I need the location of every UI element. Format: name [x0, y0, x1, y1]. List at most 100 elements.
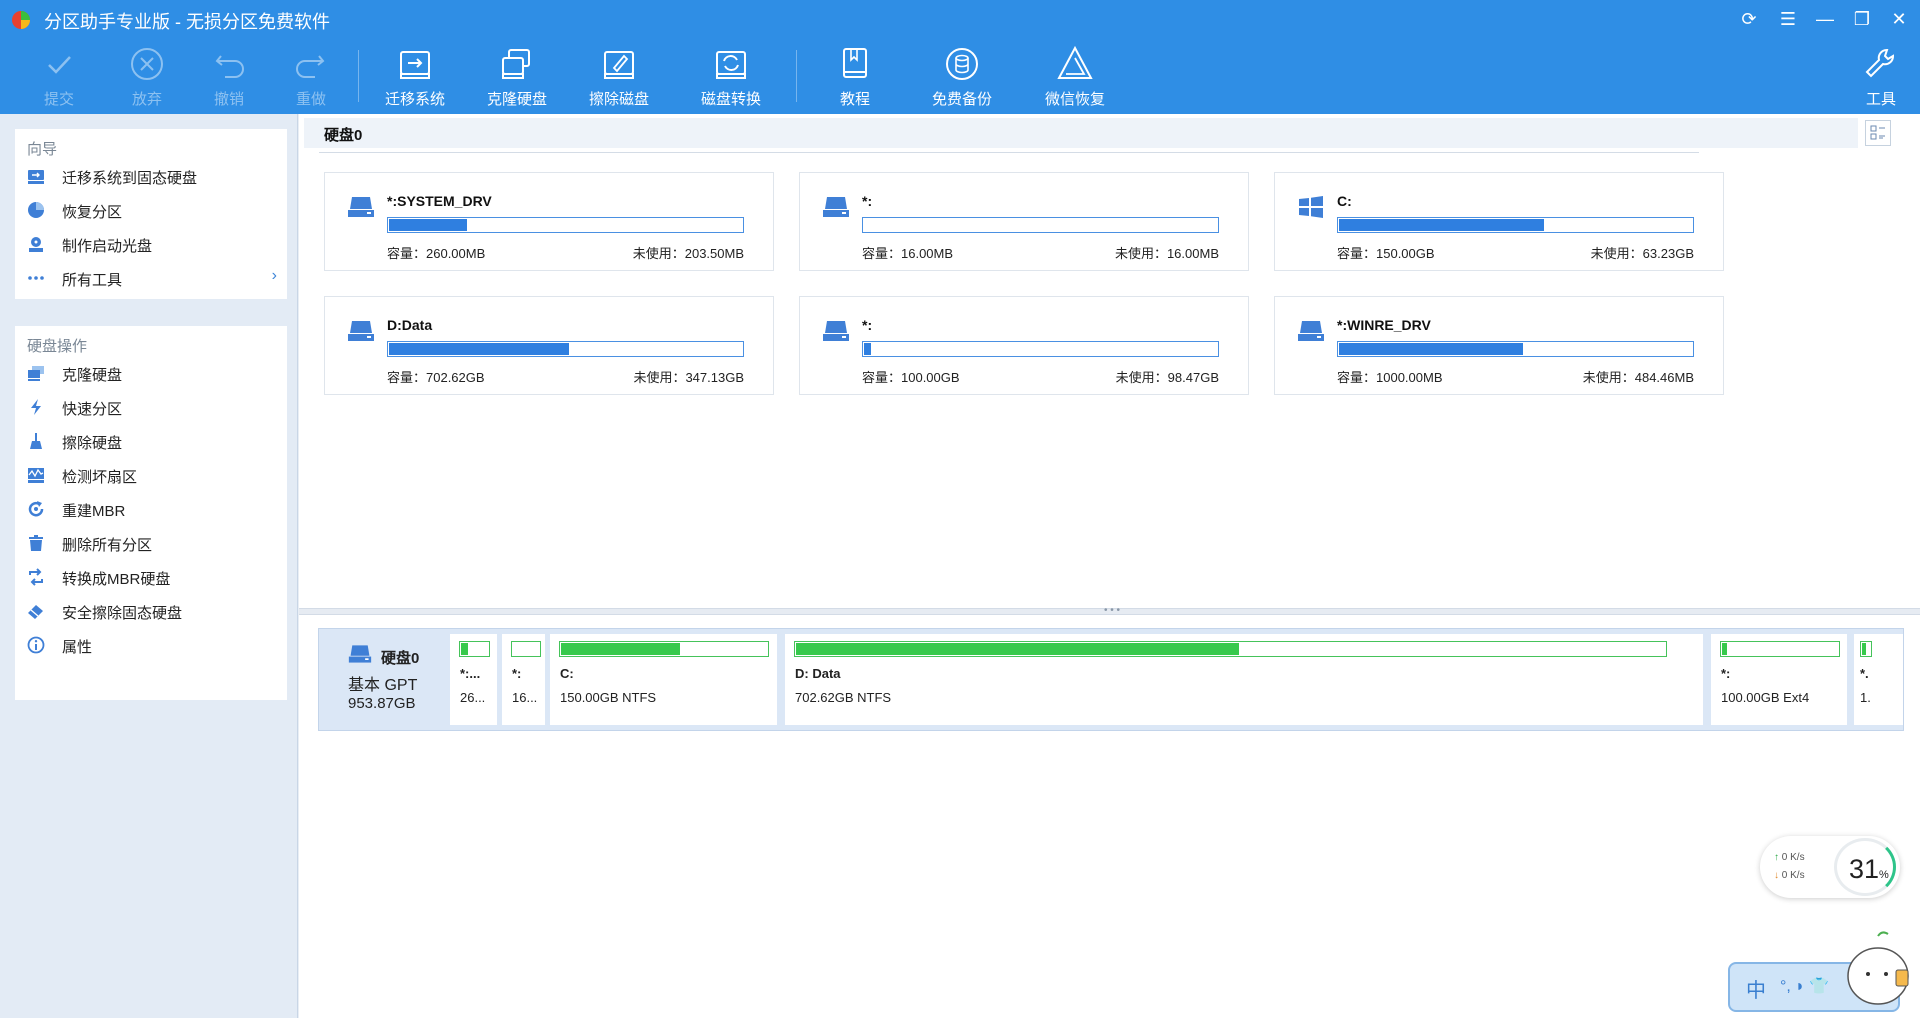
sidebar-item-check-bad-sectors[interactable]: 检测坏扇区: [15, 458, 287, 492]
sidebar-item-properties[interactable]: 属性: [15, 628, 287, 662]
network-speed-widget[interactable]: ↑ 0 K/s ↓ 0 K/s 31%: [1760, 836, 1900, 898]
partition-segment[interactable]: C: 150.00GB NTFS: [550, 634, 777, 725]
capacity-text: 容量：150.00GB: [1337, 246, 1435, 261]
partition-card[interactable]: C: 容量：150.00GB 未使用：63.23GB: [1274, 172, 1724, 271]
redo-button[interactable]: 重做: [266, 44, 356, 110]
segment-info: 26...: [460, 690, 486, 705]
segment-info: 16...: [512, 690, 538, 705]
menu-button[interactable]: ☰: [1773, 6, 1803, 32]
drive-icon: [823, 197, 849, 217]
free-backup-button[interactable]: 免费备份: [917, 44, 1007, 110]
partition-card[interactable]: D:Data 容量：702.62GB 未使用：347.13GB: [324, 296, 774, 395]
gauge-value: 31%: [1849, 854, 1889, 884]
usage-fill: [389, 343, 569, 355]
partition-card[interactable]: *:WINRE_DRV 容量：1000.00MB 未使用：484.46MB: [1274, 296, 1724, 395]
tools-button[interactable]: 工具: [1836, 44, 1920, 110]
close-button[interactable]: ✕: [1884, 6, 1914, 32]
drive-icon: [823, 321, 849, 341]
more-icon: [28, 276, 44, 280]
trash-icon: [29, 535, 43, 551]
wizard-panel: 向导 迁移系统到固态硬盘 恢复分区 制作启动光盘 所有工具 ›: [15, 129, 287, 299]
migrate-os-button[interactable]: 迁移系统: [370, 44, 460, 110]
convert-disk-button[interactable]: 磁盘转换: [686, 44, 776, 110]
usage-bar: [862, 341, 1219, 357]
ime-mode[interactable]: 中: [1746, 974, 1766, 1003]
boot-disc-icon: [29, 237, 43, 252]
partition-segment[interactable]: *: 16...: [502, 634, 545, 725]
partition-segment[interactable]: D: Data 702.62GB NTFS: [785, 634, 1703, 725]
convert-disk-icon: [716, 51, 746, 79]
lightning-icon: [31, 399, 41, 415]
wechat-recovery-icon: [1057, 45, 1093, 79]
disk-header-label: 硬盘0: [324, 127, 363, 144]
partition-card[interactable]: *: 容量：100.00GB 未使用：98.47GB: [799, 296, 1249, 395]
sidebar-item-all-tools[interactable]: 所有工具 ›: [15, 261, 287, 295]
capacity-text: 容量：260.00MB: [387, 246, 486, 261]
toolbar-separator: [358, 50, 359, 102]
free-text: 未使用：63.23GB: [1590, 246, 1694, 261]
eraser-icon: [28, 605, 43, 619]
sidebar-item-secure-erase-ssd[interactable]: 安全擦除固态硬盘: [15, 594, 287, 628]
segment-name: *:: [1721, 666, 1731, 681]
sidebar-item-migrate-ssd[interactable]: 迁移系统到固态硬盘: [15, 159, 287, 193]
sidebar-item-rebuild-mbr[interactable]: 重建MBR: [15, 492, 287, 526]
minimize-icon: —: [1816, 9, 1834, 29]
top-bar: 分区助手专业版 - 无损分区免费软件 ⟳ ☰ — ❐ ✕ 提交 放弃 撤销 重做: [0, 0, 1920, 114]
partition-segment[interactable]: *:... 26...: [450, 634, 497, 725]
sidebar-item-clone-disk[interactable]: 克隆硬盘: [15, 356, 287, 390]
partition-name: *:: [862, 317, 873, 333]
refresh-button[interactable]: ⟳: [1734, 6, 1764, 32]
view-toggle-button[interactable]: [1865, 120, 1891, 146]
segment-info: 100.00GB Ext4: [1721, 690, 1810, 705]
disk-name: 硬盘0: [381, 650, 420, 667]
partition-card[interactable]: *:SYSTEM_DRV 容量：260.00MB 未使用：203.50MB: [324, 172, 774, 271]
disk-header: 硬盘0: [304, 118, 1858, 148]
segment-name: *:: [512, 666, 522, 681]
sidebar-item-recover-partition[interactable]: 恢复分区: [15, 193, 287, 227]
restore-icon: ❐: [1853, 9, 1871, 29]
wechat-recovery-button[interactable]: 微信恢复: [1030, 44, 1120, 110]
sidebar-item-quick-partition[interactable]: 快速分区: [15, 390, 287, 424]
wizard-heading: 向导: [27, 141, 58, 158]
submit-button[interactable]: 提交: [14, 44, 104, 110]
sidebar-item-convert-mbr[interactable]: 转换成MBR硬盘: [15, 560, 287, 594]
backup-icon: [946, 48, 978, 80]
app-title: 分区助手专业版 - 无损分区免费软件: [44, 12, 330, 32]
app-logo-icon: [12, 11, 30, 29]
segment-usage-bar: [1860, 641, 1872, 657]
partition-segment[interactable]: *. 1.: [1854, 634, 1903, 725]
disk-info[interactable]: 硬盘0 基本 GPT 953.87GB: [319, 629, 446, 730]
sidebar-item-wipe-disk[interactable]: 擦除硬盘: [15, 424, 287, 458]
arrow-up-icon: ↑: [1774, 852, 1779, 863]
restore-button[interactable]: ❐: [1847, 6, 1877, 32]
partition-name: *:WINRE_DRV: [1337, 317, 1431, 333]
checkmark-icon: [48, 56, 71, 74]
undo-button[interactable]: 撤销: [184, 44, 274, 110]
usage-fill: [1339, 343, 1523, 355]
discard-button[interactable]: 放弃: [102, 44, 192, 110]
tutorial-button[interactable]: 教程: [810, 44, 900, 110]
segment-usage-fill: [1722, 643, 1727, 655]
refresh-icon: ⟳: [1741, 9, 1757, 29]
main-panel: 硬盘0 *:SYSTEM_DRV 容量：260.00MB 未使用：203.50M…: [299, 114, 1920, 1018]
drive-icon: [348, 197, 374, 217]
partition-card[interactable]: *: 容量：16.00MB 未使用：16.00MB: [799, 172, 1249, 271]
free-text: 未使用：16.00MB: [1114, 246, 1219, 261]
minimize-button[interactable]: —: [1810, 6, 1840, 32]
discard-icon: [131, 48, 163, 80]
list-view-icon: [1870, 125, 1885, 140]
panel-splitter[interactable]: • • •: [299, 605, 1920, 616]
disk-operations-panel: 硬盘操作 克隆硬盘 快速分区 擦除硬盘 检测坏扇区 重建MBR 删除所有分区 转…: [15, 326, 287, 700]
wipe-disk-button[interactable]: 擦除磁盘: [574, 44, 664, 110]
sidebar-item-delete-all[interactable]: 删除所有分区: [15, 526, 287, 560]
ime-icons[interactable]: °, ◗ 👕: [1780, 976, 1829, 996]
convert-icon: [29, 568, 43, 586]
segment-name: *:...: [460, 666, 481, 681]
capacity-text: 容量：16.00MB: [862, 246, 954, 261]
free-text: 未使用：484.46MB: [1582, 370, 1694, 385]
clone-disk-button[interactable]: 克隆硬盘: [472, 44, 562, 110]
usage-fill: [1339, 219, 1544, 231]
sidebar-item-boot-disc[interactable]: 制作启动光盘: [15, 227, 287, 261]
usage-bar: [862, 217, 1219, 233]
partition-segment[interactable]: *: 100.00GB Ext4: [1711, 634, 1847, 725]
